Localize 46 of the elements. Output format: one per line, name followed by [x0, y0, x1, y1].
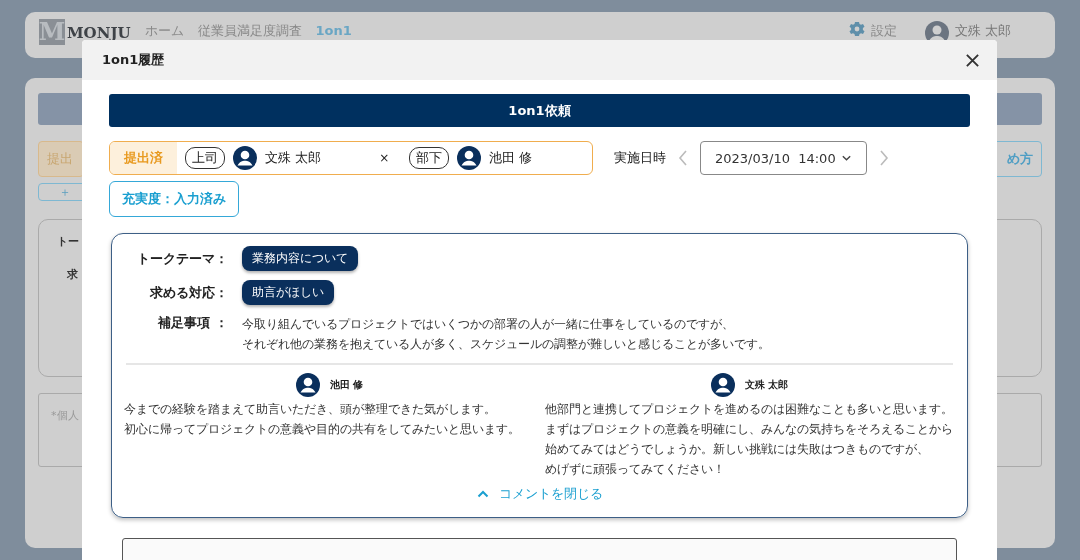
separator-mark: ×: [379, 151, 390, 165]
commenter-name: 文殊 太郎: [745, 378, 789, 392]
settings-label[interactable]: 設定: [870, 21, 897, 41]
note-text: 今取り組んでいるプロジェクトではいくつかの部署の人が一緒に仕事をしているのですが、: [242, 316, 735, 333]
section-heading: 1on1依頼: [109, 94, 970, 127]
date-label: 実施日時: [614, 149, 666, 167]
comment-text: めげずに頑張ってみてください！: [544, 461, 726, 478]
avatar-icon: [457, 146, 482, 170]
chevron-down-icon: [841, 154, 852, 162]
logo-text: MONJU: [67, 23, 131, 43]
close-comments-link[interactable]: コメントを閉じる: [124, 485, 955, 503]
comment-text: 始めてみてはどうでしょうか。新しい挑戦には失敗はつきものですが、: [544, 441, 930, 458]
person-name: 文殊 太郎: [265, 149, 322, 167]
date-select[interactable]: 2023/03/10 14:00: [700, 141, 867, 175]
field-label: トークテーマ：: [136, 249, 228, 268]
role-tag: 部下: [409, 147, 450, 169]
avatar-icon: [233, 146, 257, 170]
satisfaction-badge: 充実度：入力済み: [109, 181, 239, 217]
avatar-icon: [711, 373, 735, 397]
role-tag: 上司: [185, 147, 225, 169]
comment-text: 他部門と連携してプロジェクトを進めるのは困難なことも多いと思います。: [544, 401, 954, 418]
person-name: 池田 修: [489, 149, 533, 167]
response-label: 求: [67, 267, 78, 282]
nav-link[interactable]: 従業員満足度調査: [197, 21, 302, 41]
dialog-title: 1on1履歴: [102, 51, 165, 69]
status-badge: 提出済: [110, 142, 177, 174]
user-name: 文殊 太郎: [954, 22, 1011, 40]
comment-text: まずはプロジェクトの意義を明確にし、みんなの気持ちをそろえることから: [544, 421, 954, 438]
note-text: それぞれ他の業務を抱えている人が多く、スケジュールの調整が難しいと感じることが多いです。: [242, 336, 770, 353]
comment-text: 今までの経験を踏まえて助言いただき、頭が整理できた気がします。: [124, 401, 497, 418]
settings-icon[interactable]: [848, 21, 865, 37]
avatar-icon: [295, 373, 320, 397]
commenter-name: 池田 修: [329, 378, 363, 392]
tag: 業務内容について: [242, 246, 358, 271]
date-value: 2023/03/10 14:00: [715, 150, 836, 166]
close-icon[interactable]: [965, 52, 980, 68]
chevron-up-icon: [476, 490, 489, 498]
next-icon[interactable]: [879, 150, 889, 166]
status-badge: 提出: [38, 141, 84, 177]
field-label: 求める対応：: [149, 283, 228, 302]
previous-icon[interactable]: [678, 150, 688, 166]
theme-label: トー: [57, 234, 79, 249]
tag: 助言がほしい: [242, 280, 334, 305]
comment-text: 初心に帰ってプロジェクトの意義や目的の共有をしてみたいと思います。: [124, 421, 521, 438]
nav-link[interactable]: 1on1: [315, 21, 352, 41]
field-label: 補足事項 ：: [157, 314, 228, 332]
